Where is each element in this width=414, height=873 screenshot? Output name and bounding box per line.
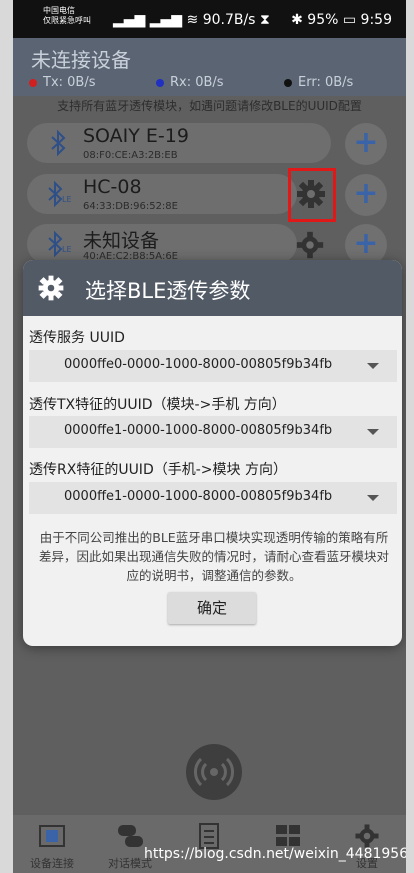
- device-name: HC-08: [83, 176, 142, 198]
- rx-uuid-label: 透传RX特征的UUID（手机->模块 方向）: [29, 462, 287, 478]
- emergency-only: 仅限紧急呼叫: [43, 16, 91, 25]
- watermark-text: https://blog.csdn.net/weixin_44819566: [144, 846, 406, 862]
- service-uuid-label: 透传服务 UUID: [29, 330, 125, 346]
- device-name: 未知设备: [83, 230, 160, 252]
- rx-dot-icon: [156, 78, 164, 87]
- clock: 9:59: [360, 12, 392, 28]
- dropdown-arrow-icon: [367, 429, 379, 435]
- broadcast-icon: [194, 757, 234, 787]
- broadcast-button[interactable]: [186, 744, 242, 800]
- nav-item-keypad[interactable]: [170, 815, 248, 873]
- tx-uuid-select[interactable]: 0000ffe1-0000-1000-8000-00805f9b34fb: [29, 416, 397, 448]
- nav-label: 设备连接: [30, 857, 74, 870]
- nav-item-settings[interactable]: 设置: [328, 815, 406, 873]
- status-right: ✱ 95% ▭ 9:59: [291, 12, 392, 28]
- dialog-header: 选择BLE透传参数: [23, 260, 402, 316]
- plus-icon: +: [353, 125, 379, 160]
- nav-item-grid[interactable]: [249, 815, 327, 873]
- device-name: SOAIY E-19: [83, 125, 189, 147]
- battery-icon: ▭: [342, 12, 357, 28]
- bluetooth-le-icon: LE: [48, 230, 72, 258]
- bottom-navigation: 设备连接 对话模式 设置: [13, 815, 406, 873]
- tx-uuid-label: 透传TX特征的UUID（模块->手机 方向）: [29, 397, 286, 413]
- service-uuid-value: 0000ffe0-0000-1000-8000-00805f9b34fb: [64, 357, 333, 372]
- dialog-title: 选择BLE透传参数: [85, 279, 251, 303]
- device-item-soaiy[interactable]: SOAIY E-19 08:F0:CE:A3:2B:EB: [27, 123, 331, 163]
- bluetooth-status-icon: ✱: [291, 12, 303, 28]
- dialog-description: 由于不同公司推出的BLE蓝牙串口模块实现透明传输的策略有所差异，因此如果出现通信…: [39, 530, 390, 583]
- chat-icon: [118, 825, 143, 847]
- nav-item-device-connect[interactable]: 设备连接: [13, 815, 91, 873]
- rx-uuid-value: 0000ffe1-0000-1000-8000-00805f9b34fb: [64, 489, 333, 504]
- carrier-info: 中国电信 仅限紧急呼叫: [43, 6, 91, 26]
- rx-uuid-select[interactable]: 0000ffe1-0000-1000-8000-00805f9b34fb: [29, 482, 397, 514]
- ble-params-dialog: 选择BLE透传参数 透传服务 UUID 0000ffe0-0000-1000-8…: [23, 260, 402, 646]
- phone-screen: 中国电信 仅限紧急呼叫 ▂▄▆ ▂▄▆ ≋ 90.7B/s ⧗ ✱ 95% ▭ …: [13, 0, 406, 873]
- nav-item-chat[interactable]: 对话模式: [91, 815, 169, 873]
- hourglass-icon: ⧗: [259, 12, 270, 28]
- connection-status-title: 未连接设备: [31, 48, 131, 72]
- rx-value: Rx: 0B/s: [170, 75, 224, 90]
- tx-dot-icon: [29, 78, 37, 87]
- device-mac: 64:33:DB:96:52:8E: [83, 201, 178, 212]
- err-dot-icon: [284, 78, 292, 87]
- bluetooth-le-icon: LE: [48, 180, 72, 208]
- device-connect-icon: [39, 825, 65, 847]
- highlight-box: [288, 168, 336, 222]
- network-speed: 90.7B/s: [202, 12, 256, 28]
- settings-gear-icon-unknown[interactable]: [294, 229, 326, 261]
- gear-icon: [38, 275, 64, 301]
- carrier-name: 中国电信: [43, 6, 75, 15]
- err-stat: Err: 0B/s: [284, 75, 353, 90]
- svg-text:LE: LE: [62, 245, 72, 254]
- plus-icon: +: [353, 176, 379, 211]
- tx-value: Tx: 0B/s: [43, 75, 96, 90]
- ble-notice: 支持所有蓝牙透传模块，如遇问题请修改BLE的UUID配置: [57, 99, 362, 113]
- network-indicators: ▂▄▆ ▂▄▆ ≋ 90.7B/s ⧗: [113, 12, 270, 28]
- plus-icon: +: [353, 226, 379, 261]
- rx-stat: Rx: 0B/s: [156, 75, 224, 90]
- svg-text:LE: LE: [62, 195, 72, 204]
- tx-uuid-value: 0000ffe1-0000-1000-8000-00805f9b34fb: [64, 423, 333, 438]
- bluetooth-icon: [51, 129, 66, 157]
- connect-button-soaiy[interactable]: +: [345, 123, 387, 165]
- connect-button-hc08[interactable]: +: [345, 174, 387, 216]
- device-mac: 08:F0:CE:A3:2B:EB: [83, 150, 178, 161]
- tx-stat: Tx: 0B/s: [29, 75, 96, 90]
- signal-icon: ▂▄▆ ▂▄▆ ≋: [113, 12, 199, 28]
- dropdown-arrow-icon: [367, 495, 379, 501]
- err-value: Err: 0B/s: [298, 75, 354, 90]
- app-header: 未连接设备 Tx: 0B/s Rx: 0B/s Err: 0B/s: [13, 38, 406, 96]
- device-item-unknown[interactable]: LE 未知设备 40:AE:C2:B8:5A:6E: [27, 224, 297, 264]
- confirm-button[interactable]: 确定: [168, 592, 256, 624]
- battery-level: 95%: [307, 12, 339, 28]
- dropdown-arrow-icon: [367, 363, 379, 369]
- service-uuid-select[interactable]: 0000ffe0-0000-1000-8000-00805f9b34fb: [29, 350, 397, 382]
- status-bar: 中国电信 仅限紧急呼叫 ▂▄▆ ▂▄▆ ≋ 90.7B/s ⧗ ✱ 95% ▭ …: [13, 0, 406, 38]
- device-item-hc08[interactable]: LE HC-08 64:33:DB:96:52:8E: [27, 174, 297, 214]
